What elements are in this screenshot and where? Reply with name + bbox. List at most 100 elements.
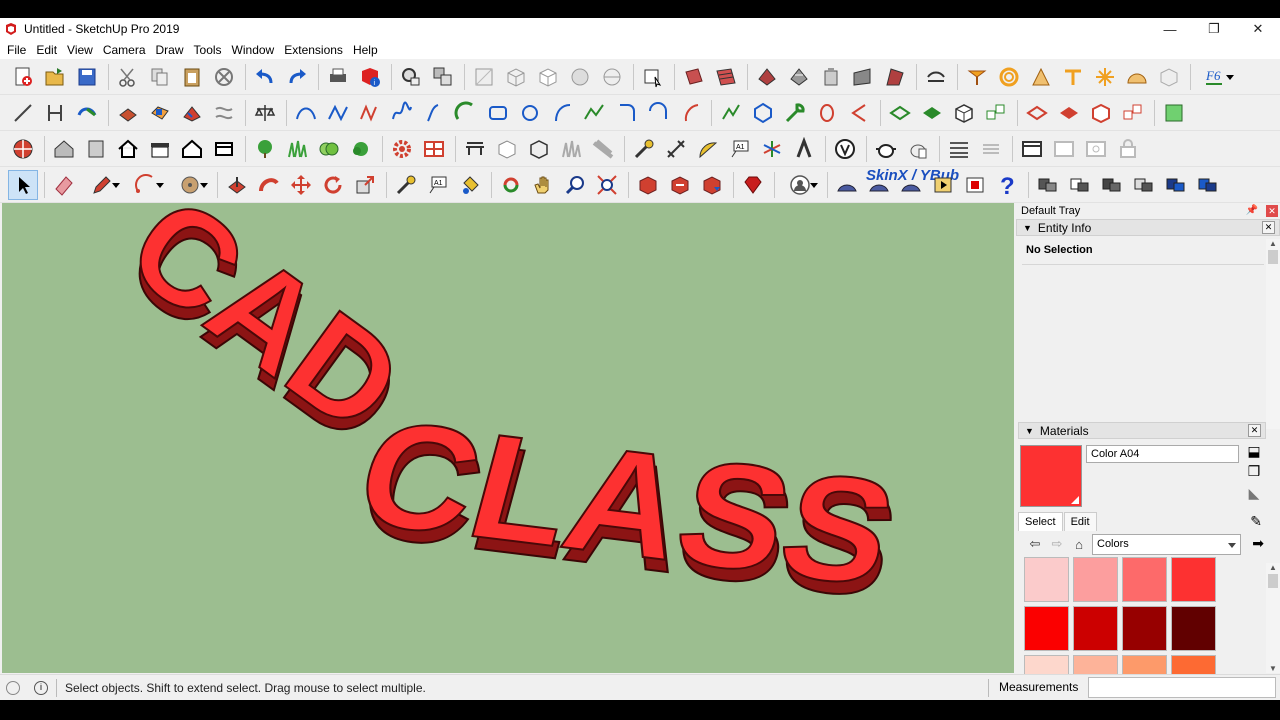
diamond-outline-icon[interactable] <box>1022 98 1052 128</box>
scroll-thumb[interactable] <box>1268 574 1278 588</box>
menu-help[interactable]: Help <box>348 43 383 57</box>
menu-view[interactable]: View <box>62 43 98 57</box>
component-icon-5[interactable] <box>1161 170 1191 200</box>
camera-orbit-icon[interactable] <box>396 62 426 92</box>
rectangle-tool-icon[interactable] <box>483 98 513 128</box>
freehand-icon[interactable] <box>579 98 609 128</box>
collapse-triangle-icon[interactable]: ▼ <box>1025 426 1034 436</box>
erase-selection-icon[interactable] <box>209 62 239 92</box>
close-button[interactable]: ✕ <box>1236 18 1280 40</box>
redo-icon[interactable] <box>282 62 312 92</box>
globe-icon[interactable] <box>8 134 38 164</box>
3d-text-icon[interactable] <box>789 134 819 164</box>
polyline-icon[interactable] <box>323 98 353 128</box>
smoove-icon[interactable] <box>816 62 846 92</box>
table-icon[interactable] <box>460 134 490 164</box>
scroll-up-icon[interactable]: ▲ <box>1266 239 1280 248</box>
component-icon-2[interactable] <box>1065 170 1095 200</box>
house-3d-icon[interactable] <box>49 134 79 164</box>
display-secondary-icon[interactable]: ⬓ <box>1244 443 1264 463</box>
home-icon[interactable] <box>113 134 143 164</box>
line-tool-icon[interactable] <box>8 98 38 128</box>
minimize-button[interactable]: — <box>1148 18 1192 40</box>
diamond-filled-icon[interactable] <box>1054 98 1084 128</box>
arc-tool-icon[interactable] <box>451 98 481 128</box>
user-dropdown-icon[interactable] <box>779 170 821 200</box>
scale-tool-icon[interactable] <box>350 170 380 200</box>
fillet-icon[interactable] <box>611 98 641 128</box>
default-material-icon[interactable]: ◣ <box>1244 485 1264 505</box>
swatch-scrollbar[interactable]: ▲ ▼ <box>1266 563 1280 673</box>
arc-2pt-icon[interactable] <box>547 98 577 128</box>
text-tool-icon[interactable]: A1 <box>725 134 755 164</box>
red-box-icon[interactable] <box>1086 98 1116 128</box>
details-arrow-icon[interactable]: ➡ <box>1252 535 1264 552</box>
dimension-icon[interactable] <box>40 98 70 128</box>
geolocation-icon[interactable] <box>6 680 20 695</box>
green-cube-icon[interactable] <box>1159 98 1189 128</box>
paste-icon[interactable] <box>177 62 207 92</box>
gable-icon[interactable] <box>177 134 207 164</box>
tee-icon[interactable] <box>1058 62 1088 92</box>
info-icon[interactable]: i <box>34 680 48 695</box>
bezier-ring-icon[interactable] <box>994 62 1024 92</box>
color-swatch[interactable] <box>1024 557 1069 602</box>
materials-close-icon[interactable]: ✕ <box>1248 424 1261 437</box>
wall-icon[interactable] <box>81 134 111 164</box>
color-swatch[interactable] <box>1122 557 1167 602</box>
round-corner-icon[interactable] <box>962 62 992 92</box>
arc-dropdown-icon[interactable] <box>125 170 167 200</box>
forward-arrow-icon[interactable]: ⇨ <box>1046 536 1068 552</box>
warehouse-share-icon[interactable] <box>665 170 695 200</box>
drawing-viewport[interactable]: CAD CAD CLASS CLASS <box>2 203 1014 673</box>
section-icon[interactable] <box>428 62 458 92</box>
arc-3pt-icon[interactable] <box>675 98 705 128</box>
joint-push-pull-icon[interactable] <box>177 98 207 128</box>
scroll-thumb[interactable] <box>1268 250 1278 264</box>
wireframe-style-icon[interactable] <box>501 62 531 92</box>
paint-bucket-icon[interactable] <box>455 170 485 200</box>
push-pull-tool-icon[interactable] <box>222 170 252 200</box>
scroll-down-icon[interactable]: ▼ <box>1266 664 1280 673</box>
tape-tool-icon[interactable] <box>391 170 421 200</box>
print-icon[interactable] <box>323 62 353 92</box>
terrain-icon[interactable] <box>711 62 741 92</box>
tray-scrollbar[interactable]: ▲ <box>1266 239 1280 429</box>
follow-me-tool-icon[interactable] <box>254 170 284 200</box>
copy-icon[interactable] <box>145 62 175 92</box>
menu-draw[interactable]: Draw <box>151 43 189 57</box>
tray-close-icon[interactable]: ✕ <box>1266 205 1278 217</box>
zoom-icon[interactable] <box>560 170 590 200</box>
color-swatch[interactable] <box>1073 557 1118 602</box>
move-icon[interactable] <box>286 170 316 200</box>
component-icon-4[interactable] <box>1129 170 1159 200</box>
window-frame-icon[interactable] <box>209 134 239 164</box>
tree-icon[interactable] <box>250 134 280 164</box>
current-material-swatch[interactable] <box>1020 445 1082 507</box>
teapot-hand-icon[interactable] <box>903 134 933 164</box>
box-dark-icon[interactable] <box>524 134 554 164</box>
teapot-icon[interactable] <box>871 134 901 164</box>
scroll-up-icon[interactable]: ▲ <box>1266 563 1280 572</box>
warehouse-icon[interactable] <box>638 62 668 92</box>
gear-red-icon[interactable] <box>387 134 417 164</box>
bat-icon[interactable] <box>588 134 618 164</box>
stop-icon[interactable] <box>960 170 990 200</box>
hidden-line-style-icon[interactable] <box>533 62 563 92</box>
grass-gray-icon[interactable] <box>556 134 586 164</box>
material-name-field[interactable]: Color A04 <box>1086 445 1239 463</box>
shrub-icon[interactable] <box>346 134 376 164</box>
follow-me-icon[interactable] <box>72 98 102 128</box>
layers-gray-icon[interactable] <box>976 134 1006 164</box>
layers-icon[interactable] <box>944 134 974 164</box>
color-swatch[interactable] <box>1024 606 1069 651</box>
cone-icon[interactable] <box>1026 62 1056 92</box>
shaded-style-icon[interactable] <box>565 62 595 92</box>
color-swatch[interactable] <box>1171 557 1216 602</box>
color-swatch[interactable] <box>1171 606 1216 651</box>
rotate-icon[interactable] <box>318 170 348 200</box>
warehouse-get-icon[interactable] <box>633 170 663 200</box>
home-icon[interactable]: ⌂ <box>1068 537 1090 552</box>
grid-red-icon[interactable] <box>419 134 449 164</box>
wrench-icon[interactable] <box>780 98 810 128</box>
